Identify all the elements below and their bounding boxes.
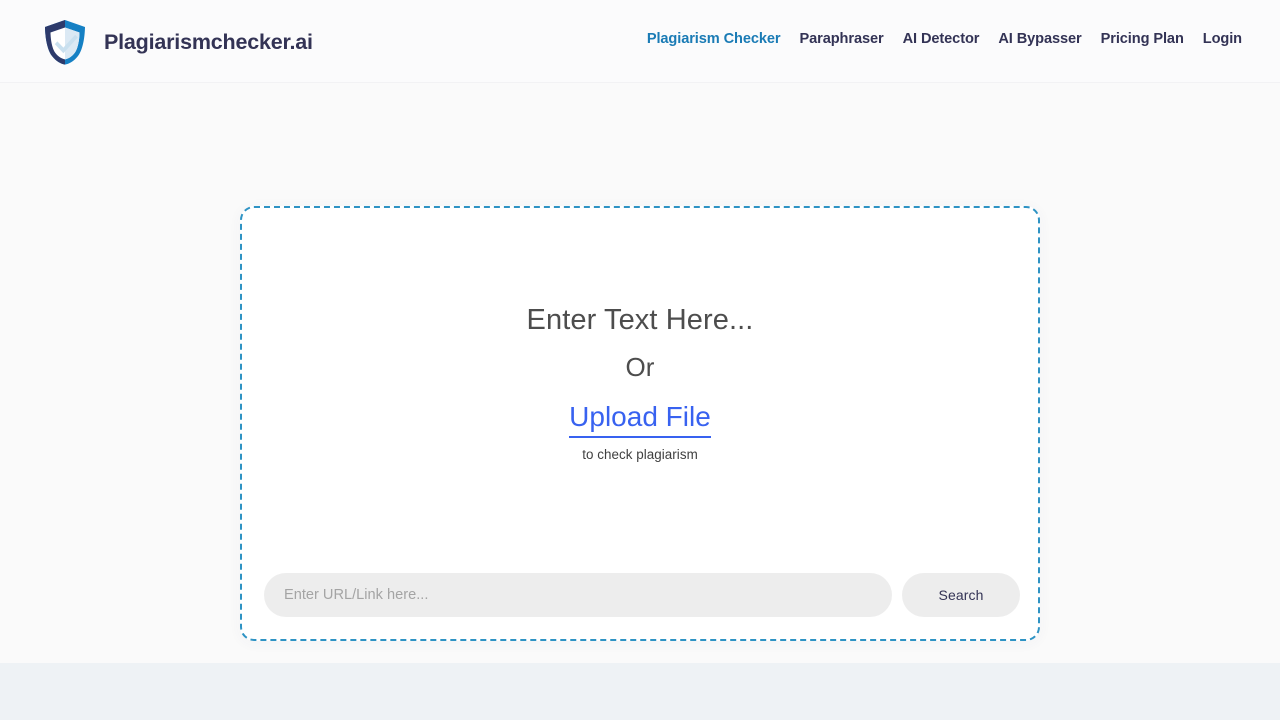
nav-item-login[interactable]: Login [1203,31,1242,47]
checker-drop-area[interactable]: Enter Text Here... Or Upload File to che… [242,208,1038,548]
plagiarism-checker-card[interactable]: Enter Text Here... Or Upload File to che… [240,206,1040,641]
brand-logo-link[interactable]: Plagiarismchecker.ai [40,17,313,67]
page-root: Plagiarismchecker.ai Plagiarism Checker … [0,0,1280,720]
main-navigation: Plagiarism Checker Paraphraser AI Detect… [647,31,1242,47]
or-separator-label: Or [625,352,655,383]
shield-check-icon [45,20,85,65]
lower-section-band [0,663,1280,720]
enter-text-prompt: Enter Text Here... [526,304,754,336]
nav-item-paraphraser[interactable]: Paraphraser [800,31,884,47]
nav-item-pricing-plan[interactable]: Pricing Plan [1101,31,1184,47]
upload-helper-text: to check plagiarism [582,446,698,462]
url-search-row: Search [264,573,1020,617]
nav-item-ai-bypasser[interactable]: AI Bypasser [998,31,1081,47]
nav-item-ai-detector[interactable]: AI Detector [903,31,980,47]
nav-item-plagiarism-checker[interactable]: Plagiarism Checker [647,31,781,47]
search-button[interactable]: Search [902,573,1020,617]
site-header: Plagiarismchecker.ai Plagiarism Checker … [0,0,1280,83]
url-input[interactable] [264,573,892,617]
brand-name: Plagiarismchecker.ai [104,29,313,54]
upload-file-link[interactable]: Upload File [569,399,711,438]
hero-section: Enter Text Here... Or Upload File to che… [0,83,1280,663]
